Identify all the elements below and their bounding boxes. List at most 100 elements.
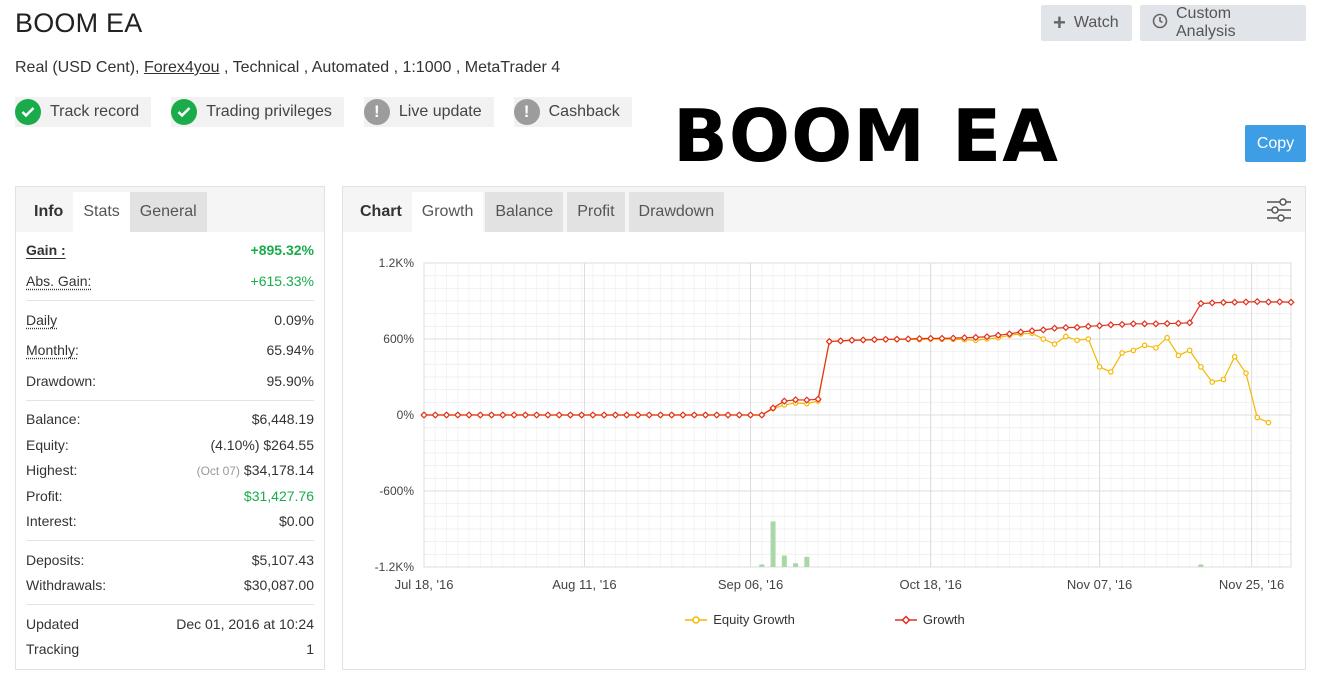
series-line — [424, 332, 1269, 424]
tab-chart[interactable]: Chart — [350, 192, 412, 232]
exclamation-icon: ! — [513, 99, 540, 125]
badge-label: Track record — [50, 103, 140, 120]
data-point — [1095, 322, 1104, 330]
equity-amount: $264.55 — [263, 436, 314, 453]
custom-analysis-label: Custom Analysis — [1176, 5, 1236, 40]
data-point — [1040, 336, 1047, 342]
account-type: Real (USD Cent), — [15, 59, 140, 76]
equity-percent: (4.10%) — [210, 436, 260, 453]
legend-equity-growth[interactable]: Equity Growth — [685, 612, 795, 627]
tab-profit[interactable]: Profit — [567, 192, 625, 232]
tab-stats[interactable]: Stats — [73, 192, 130, 232]
stat-label: Updated — [26, 615, 79, 632]
stats-panel: Info Stats General Gain : +895.32% Abs. … — [15, 186, 325, 670]
stats-tabs: Info Stats General — [16, 187, 324, 232]
legend-equity-marker — [685, 615, 708, 624]
chart-panel: Chart Growth Balance Profit Drawdown 1.2… — [342, 186, 1306, 670]
stat-monthly: Monthly: 65.94% — [26, 338, 314, 364]
stat-label[interactable]: Daily — [26, 312, 57, 328]
copy-button[interactable]: Copy — [1245, 125, 1306, 162]
badge-cashback: ! Cashback — [513, 97, 632, 127]
data-point — [1129, 320, 1138, 328]
data-point — [1253, 297, 1261, 306]
stat-value: $30,087.00 — [243, 577, 314, 594]
volume-bar — [1198, 564, 1204, 567]
divider — [26, 399, 314, 401]
volume-bar — [770, 521, 776, 567]
divider — [26, 604, 314, 605]
stat-value: (4.10%) $264.55 — [210, 437, 314, 453]
badge-track-record: Track record — [15, 97, 152, 127]
y-tick-label: 600% — [383, 332, 414, 346]
stat-value: $0.00 — [278, 513, 314, 530]
broker-link[interactable]: Forex4you — [144, 59, 220, 76]
tab-drawdown[interactable]: Drawdown — [628, 192, 725, 232]
account-subtitle: Real (USD Cent), Forex4you , Technical ,… — [15, 59, 560, 77]
stat-abs-gain: Abs. Gain: +615.33% — [26, 269, 314, 295]
watch-button[interactable]: + Watch — [1041, 5, 1132, 41]
tab-info[interactable]: Info — [24, 192, 73, 232]
y-tick-label: 1.2K% — [379, 256, 415, 270]
stat-label[interactable]: Gain : — [26, 242, 66, 258]
stat-interest: Interest: $0.00 — [26, 509, 314, 535]
volume-bar — [759, 564, 765, 567]
stat-value: Dec 01, 2016 at 10:24 — [176, 615, 314, 632]
data-point — [1085, 336, 1092, 342]
data-point — [1164, 334, 1170, 341]
watch-label: Watch — [1073, 14, 1119, 31]
highest-date: (Oct 07) — [196, 464, 240, 479]
tab-growth[interactable]: Growth — [411, 192, 484, 232]
y-tick-label: -1.2K% — [375, 560, 415, 574]
badge-label: Cashback — [548, 103, 620, 120]
data-point — [1276, 298, 1284, 306]
stat-label: Highest: — [26, 462, 78, 479]
badge-label: Live update — [398, 103, 482, 120]
stat-label: Deposits: — [26, 551, 85, 568]
stat-deposits: Deposits: $5,107.43 — [26, 547, 314, 573]
legend-label: Equity Growth — [713, 612, 795, 627]
tab-balance[interactable]: Balance — [485, 192, 564, 232]
data-point — [1242, 298, 1250, 306]
data-point — [1152, 320, 1160, 328]
series-line — [424, 301, 1292, 416]
legend-growth-marker — [894, 614, 917, 625]
data-point — [1287, 298, 1295, 306]
chart-settings-icon[interactable] — [1266, 198, 1292, 227]
stat-value: 0.09% — [274, 311, 314, 328]
page-title: BOOM EA — [15, 8, 143, 38]
stat-label: Profit: — [26, 487, 63, 504]
y-tick-label: 0% — [397, 408, 415, 422]
check-icon — [15, 99, 41, 125]
data-point — [1130, 347, 1137, 354]
legend-label: Growth — [922, 612, 965, 627]
legend-growth[interactable]: Growth — [894, 612, 965, 627]
exclamation-icon: ! — [363, 99, 390, 125]
volume-bar — [804, 556, 810, 567]
check-icon — [171, 99, 198, 125]
data-point — [1231, 353, 1238, 360]
x-tick-label: Nov 25, '16 — [1219, 577, 1284, 592]
y-tick-label: -600% — [379, 484, 414, 498]
data-point — [1197, 299, 1205, 308]
stat-withdrawals: Withdrawals: $30,087.00 — [26, 573, 314, 599]
data-point — [1186, 319, 1194, 327]
custom-analysis-button[interactable]: Custom Analysis — [1140, 5, 1306, 41]
data-point — [1108, 369, 1114, 375]
data-point — [1186, 347, 1193, 354]
data-point — [1254, 414, 1261, 421]
data-point — [1039, 326, 1047, 334]
data-point — [1198, 364, 1204, 370]
data-point — [1084, 322, 1092, 330]
data-point — [1163, 319, 1171, 328]
stat-label: Tracking — [26, 641, 80, 658]
data-point — [1243, 370, 1249, 377]
stat-gain: Gain : +895.32% — [26, 237, 314, 263]
data-point — [1153, 345, 1159, 351]
stat-value: +895.32% — [250, 241, 314, 258]
overlay-title: BOOM EA — [673, 94, 1059, 178]
stat-label[interactable]: Monthly: — [26, 342, 79, 358]
data-point — [1264, 298, 1273, 306]
tab-general[interactable]: General — [129, 192, 207, 232]
stat-label[interactable]: Abs. Gain: — [26, 273, 91, 289]
stat-value: +615.33% — [250, 273, 314, 290]
